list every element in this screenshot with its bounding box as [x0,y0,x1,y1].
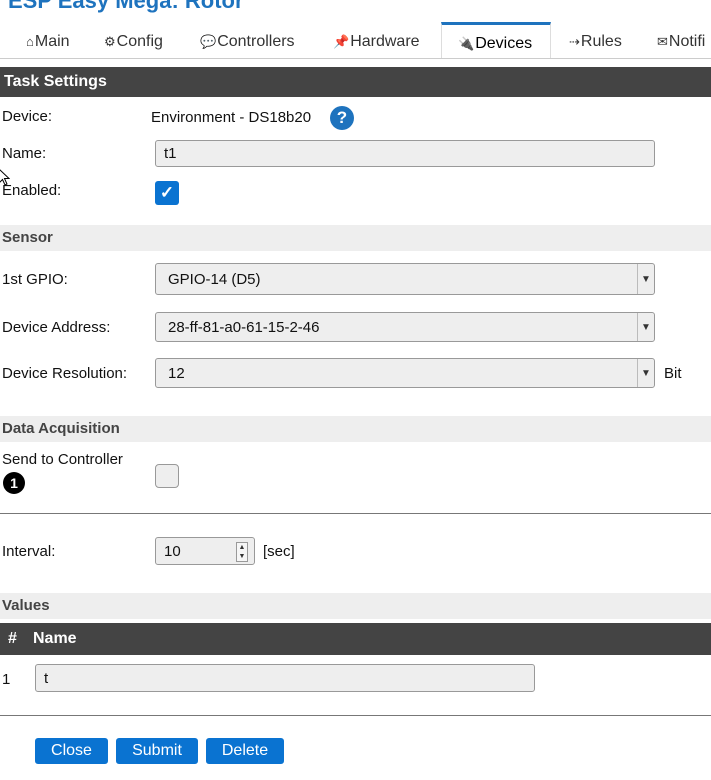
value-name-field[interactable]: t [35,664,535,692]
device-label: Device: [2,108,53,125]
gpio-select-value: GPIO-14 (D5) [168,270,261,288]
tab-hardware[interactable]: 📌Hardware [333,30,420,58]
tab-notifications[interactable]: ✉Notifi [657,30,705,58]
interval-unit: [sec] [263,543,295,560]
interval-input[interactable]: 10 ▲ ▼ [155,537,255,565]
divider [0,513,711,514]
tab-config[interactable]: ⚙Config [104,30,163,58]
tab-label: Hardware [350,33,420,50]
chevron-down-icon: ▼ [637,359,654,387]
section-sensor: Sensor [0,225,711,251]
check-icon: ✓ [159,183,175,202]
section-task-settings: Task Settings [0,67,711,97]
tab-controllers[interactable]: 💬Controllers [200,30,295,58]
chevron-down-icon: ▼ [637,264,654,294]
table-row: 1 t [0,656,711,702]
values-table-header: # Name [0,623,711,655]
row-number: 1 [2,671,11,688]
tab-main[interactable]: ⌂Main [26,30,70,58]
col-name-header: Name [33,630,77,647]
tab-label: Config [116,33,163,50]
section-values: Values [0,593,711,619]
rules-arrow-icon: ⇢ [569,34,580,49]
send-to-controller-checkbox[interactable] [155,464,179,488]
interval-input-value: 10 [164,542,181,560]
name-field[interactable]: t1 [155,140,655,167]
tab-label: Rules [580,33,622,50]
tab-label: Controllers [217,33,295,50]
pin-icon: 📌 [333,34,350,49]
address-select-value: 28-ff-81-a0-61-15-2-46 [168,318,320,336]
tab-bar: ⌂Main ⚙Config 💬Controllers 📌Hardware 🔌De… [0,22,711,59]
help-icon[interactable]: ? [330,106,354,130]
resolution-unit: Bit [664,365,682,382]
tab-label: Notifi [668,33,706,50]
section-data-acquisition: Data Acquisition [0,416,711,442]
tab-label: Devices [475,35,533,52]
delete-button[interactable]: Delete [206,738,284,764]
plug-icon: 🔌 [458,36,475,51]
controller-number-badge: 1 [3,472,25,494]
submit-button[interactable]: Submit [116,738,198,764]
resolution-select[interactable]: 12 ▼ [155,358,655,388]
tab-devices[interactable]: 🔌Devices [441,22,551,58]
gear-icon: ⚙ [104,34,116,49]
address-select[interactable]: 28-ff-81-a0-61-15-2-46 ▼ [155,312,655,342]
divider [0,715,711,716]
tab-rules[interactable]: ⇢Rules [569,30,622,58]
gpio-select[interactable]: GPIO-14 (D5) ▼ [155,263,655,295]
resolution-label: Device Resolution: [2,365,128,382]
enabled-checkbox[interactable]: ✓ [155,181,179,205]
resolution-select-value: 12 [168,364,185,382]
home-icon: ⌂ [26,34,34,49]
device-value: Environment - DS18b20 [151,109,312,126]
tab-label: Main [34,33,70,50]
app-title: ESP Easy Mega: Rotor [8,0,244,13]
name-field-value: t1 [164,145,177,162]
gpio-label: 1st GPIO: [2,271,68,288]
envelope-icon: ✉ [657,34,668,49]
chevron-down-icon: ▼ [637,313,654,341]
col-number-header: # [8,630,17,647]
send-to-controller-label: Send to Controller [2,451,123,468]
spinner-icon[interactable]: ▲ ▼ [236,542,248,562]
value-name-field-value: t [44,669,49,687]
enabled-label: Enabled: [2,182,62,199]
interval-label: Interval: [2,543,56,560]
address-label: Device Address: [2,319,111,336]
close-button[interactable]: Close [35,738,108,764]
chat-icon: 💬 [200,34,217,49]
name-label: Name: [2,145,47,162]
